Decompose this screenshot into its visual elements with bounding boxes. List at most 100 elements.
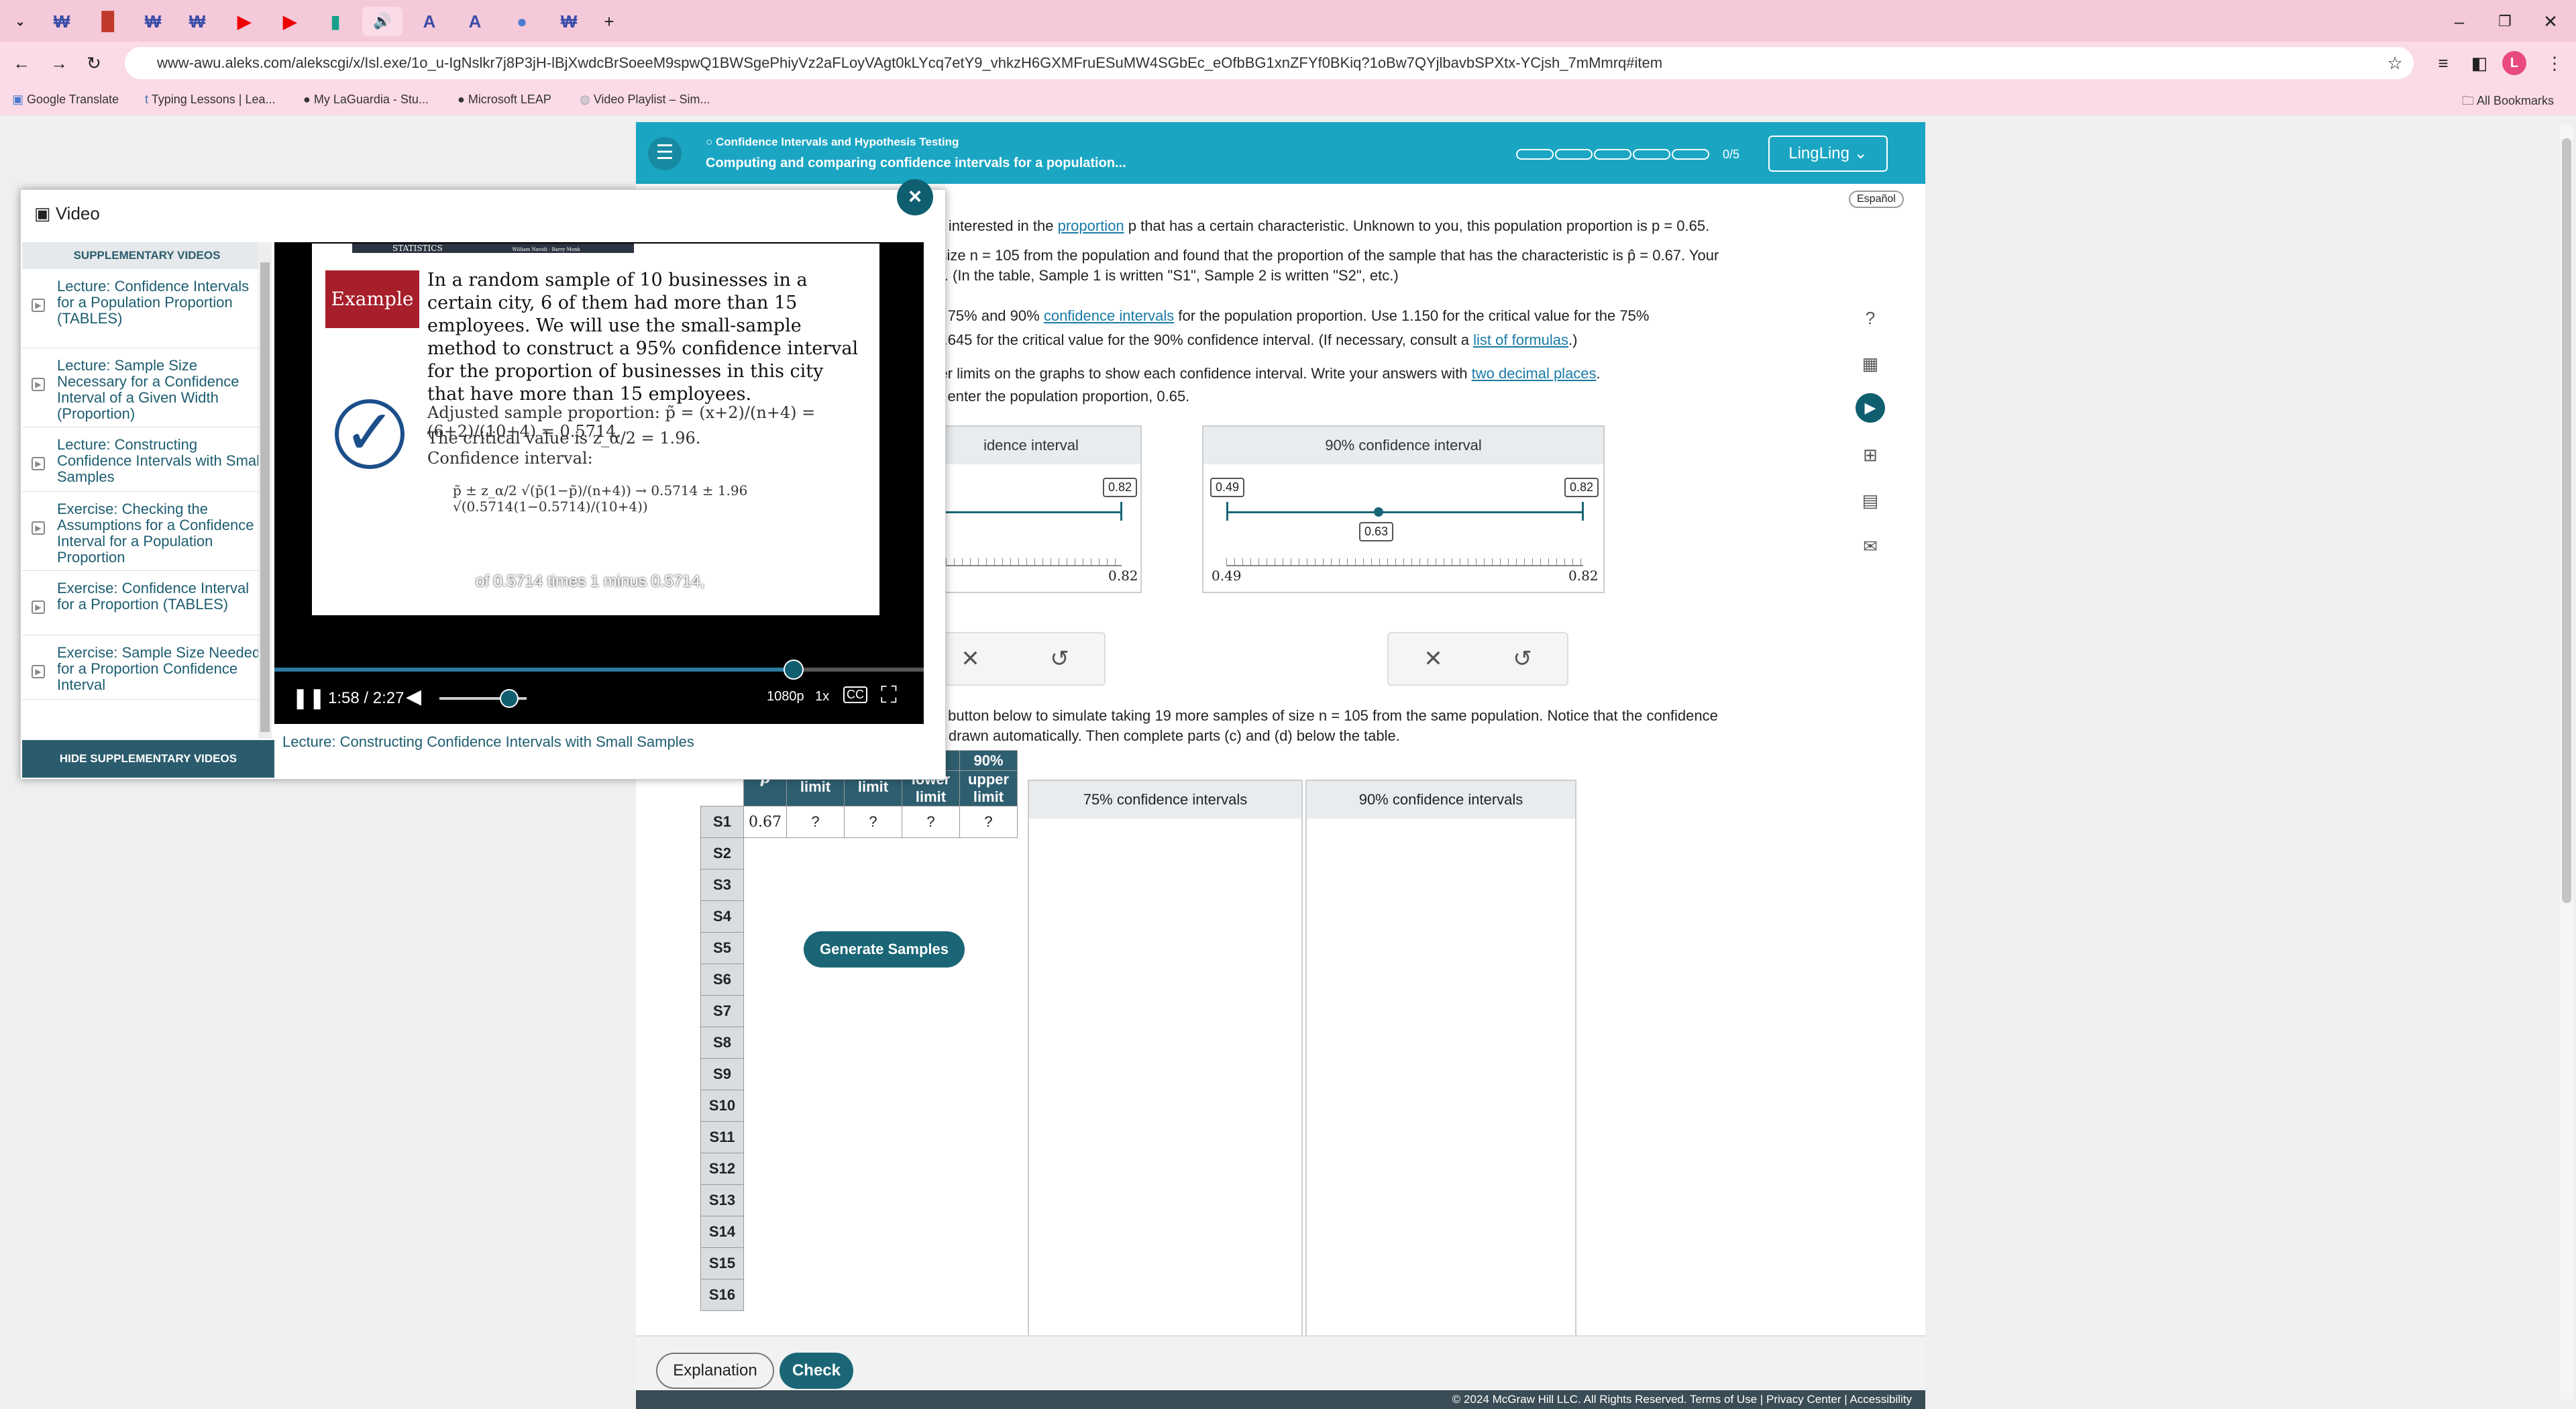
all-bookmarks[interactable]: 🗀 All Bookmarks: [2462, 93, 2554, 113]
slide-banner: STATISTICS William Navidi · Barry Monk: [352, 244, 634, 253]
generate-samples-button[interactable]: Generate Samples: [804, 931, 965, 968]
user-menu-button[interactable]: LingLing ⌄: [1768, 136, 1888, 172]
graph-90-title: 90% confidence interval: [1203, 427, 1603, 464]
bookmark-microsoft-leap[interactable]: ● Microsoft LEAP: [458, 93, 551, 107]
address-bar[interactable]: www-awu.aleks.com/alekscgi/x/Isl.exe/1o_…: [125, 47, 2414, 79]
undo-icon[interactable]: ↺: [1513, 645, 1532, 672]
row-label: S3: [700, 869, 744, 901]
progress-count: 0/5: [1723, 148, 1740, 161]
answer-cell[interactable]: ?: [786, 806, 845, 838]
tab-youtube-icon[interactable]: ▶: [229, 7, 259, 36]
new-tab-icon[interactable]: +: [594, 7, 624, 36]
sidebar-icon[interactable]: ◧: [2465, 48, 2494, 78]
supp-video-item[interactable]: ▶ Lecture: Confidence Intervals for a Pop…: [22, 269, 272, 348]
tab-aleks-icon[interactable]: ₩: [554, 7, 584, 36]
profile-avatar[interactable]: L: [2502, 51, 2526, 75]
bookmark-typing-lessons[interactable]: t Typing Lessons | Lea...: [145, 93, 276, 107]
table-row: S1 0.67 ? ? ? ?: [700, 806, 1018, 838]
seek-bar[interactable]: [274, 660, 924, 680]
browser-menu-icon[interactable]: ⋮: [2540, 48, 2569, 78]
confidence-intervals-link[interactable]: confidence intervals: [1044, 307, 1174, 324]
quality-button[interactable]: 1080p: [767, 689, 804, 704]
minimize-icon[interactable]: –: [2445, 7, 2474, 36]
list-of-formulas-link[interactable]: list of formulas: [1473, 331, 1568, 348]
ci-90-header: 90% confidence intervals: [1307, 781, 1575, 819]
check-button[interactable]: Check: [780, 1353, 853, 1389]
fullscreen-icon[interactable]: ⛶: [881, 682, 897, 709]
play-icon: ▶: [32, 665, 45, 678]
espanol-button[interactable]: Español: [1849, 191, 1904, 208]
problem-line: the 75% and 90% confidence intervals for…: [923, 307, 1650, 324]
upper-limit-tag[interactable]: 0.82: [1564, 478, 1599, 497]
tabs-menu-icon[interactable]: ⌄: [5, 7, 35, 36]
bookmark-google-translate[interactable]: ▣ Google Translate: [12, 93, 119, 107]
menu-icon[interactable]: ☰: [648, 137, 682, 170]
tab-font-icon[interactable]: A: [460, 7, 490, 36]
hide-supplementary-button[interactable]: HIDE SUPPLEMENTARY VIDEOS: [22, 740, 274, 778]
mail-icon[interactable]: ✉: [1856, 531, 1885, 561]
tab-font-icon[interactable]: A: [415, 7, 444, 36]
supp-scrollbar[interactable]: [258, 242, 272, 739]
axis-max-label: 0.82: [1568, 568, 1599, 584]
supp-video-item[interactable]: ▶ Exercise: Confidence Interval for a Pro…: [22, 571, 272, 635]
population-marker[interactable]: [1374, 507, 1383, 517]
reload-icon[interactable]: ↻: [79, 48, 109, 78]
formula-table-icon[interactable]: ⊞: [1856, 440, 1885, 470]
proportion-link[interactable]: proportion: [1058, 217, 1124, 234]
col-header-pct-90: 90%: [959, 750, 1018, 771]
tab-youtube-icon[interactable]: ▶: [275, 7, 305, 36]
upper-limit-tag[interactable]: 0.82: [1103, 478, 1138, 497]
two-decimal-places-link[interactable]: two decimal places: [1472, 365, 1597, 382]
speed-button[interactable]: 1x: [815, 689, 829, 704]
video-icon[interactable]: ▶: [1856, 393, 1885, 423]
answer-cell[interactable]: ?: [902, 806, 960, 838]
pause-icon[interactable]: ❚❚: [292, 686, 325, 710]
media-icon[interactable]: ≡: [2428, 48, 2458, 78]
tab-icon[interactable]: ▮: [321, 7, 350, 36]
tab-aleks-icon[interactable]: ₩: [138, 7, 168, 36]
supp-video-item[interactable]: ▶ Exercise: Checking the Assumptions for …: [22, 492, 272, 571]
volume-icon[interactable]: ◀: [406, 685, 421, 709]
explanation-button[interactable]: Explanation: [656, 1353, 774, 1389]
clear-icon[interactable]: ✕: [961, 645, 980, 672]
supplementary-list: SUPPLEMENTARY VIDEOS ▶ Lecture: Confidenc…: [22, 242, 272, 766]
graph-90-confidence[interactable]: 90% confidence interval 0.49 0.82 0.63 0…: [1202, 425, 1605, 593]
video-player[interactable]: STATISTICS William Navidi · Barry Monk E…: [274, 242, 924, 724]
tab-aleks-icon[interactable]: ₩: [182, 7, 212, 36]
bookmark-laguardia[interactable]: ● My LaGuardia - Stu...: [303, 93, 429, 107]
textbook-icon[interactable]: ▤: [1856, 486, 1885, 515]
undo-icon[interactable]: ↺: [1050, 645, 1069, 672]
answer-cell[interactable]: ?: [844, 806, 902, 838]
lower-limit-tag[interactable]: 0.49: [1210, 478, 1245, 497]
problem-line: are interested in the proportion p that …: [923, 217, 1710, 234]
page-scrollbar[interactable]: [2560, 125, 2573, 1400]
ci-formula: p̃ ± z_α/2 √(p̃(1−p̃)/(n+4)) → 0.5714 ± …: [453, 482, 748, 515]
instruction-line: es" button below to simulate taking 19 m…: [923, 707, 1718, 724]
answer-cell[interactable]: ?: [959, 806, 1018, 838]
midpoint-tag[interactable]: 0.63: [1359, 522, 1394, 541]
tab-aleks-icon[interactable]: ₩: [47, 7, 76, 36]
critical-value: The critical value is z_α/2 = 1.96.: [427, 429, 701, 448]
calculator-icon[interactable]: ▦: [1856, 349, 1885, 378]
graph-75-confidence[interactable]: idence interval 0.82 0.82: [920, 425, 1142, 593]
help-icon[interactable]: ?: [1856, 303, 1885, 333]
tab-chat-icon[interactable]: ●: [507, 7, 537, 36]
captions-icon[interactable]: CC: [843, 686, 867, 703]
close-video-button[interactable]: ×: [897, 179, 933, 215]
volume-slider[interactable]: [439, 689, 527, 708]
supp-video-item[interactable]: ▶ Exercise: Sample Size Needed for a Prop…: [22, 635, 272, 700]
bookmark-star-icon[interactable]: ☆: [2380, 48, 2410, 78]
lesson-title: Computing and comparing confidence inter…: [706, 156, 1126, 170]
restore-icon[interactable]: ❐: [2490, 7, 2520, 36]
close-window-icon[interactable]: ✕: [2536, 7, 2565, 36]
back-icon[interactable]: ←: [7, 48, 36, 78]
supp-video-item[interactable]: ▶ Lecture: Constructing Confidence Interv…: [22, 427, 272, 492]
tab-active-audio-icon[interactable]: 🔊: [362, 7, 402, 36]
row-label: S4: [700, 900, 744, 933]
forward-icon[interactable]: →: [44, 48, 74, 78]
clear-icon[interactable]: ✕: [1424, 645, 1443, 672]
graph-75-controls: ✕ ↺: [924, 632, 1106, 686]
bookmark-video-playlist[interactable]: ◍ Video Playlist – Sim...: [580, 93, 710, 107]
supp-video-item[interactable]: ▶ Lecture: Sample Size Necessary for a Co…: [22, 348, 272, 427]
tab-icon[interactable]: ▉: [94, 7, 123, 36]
